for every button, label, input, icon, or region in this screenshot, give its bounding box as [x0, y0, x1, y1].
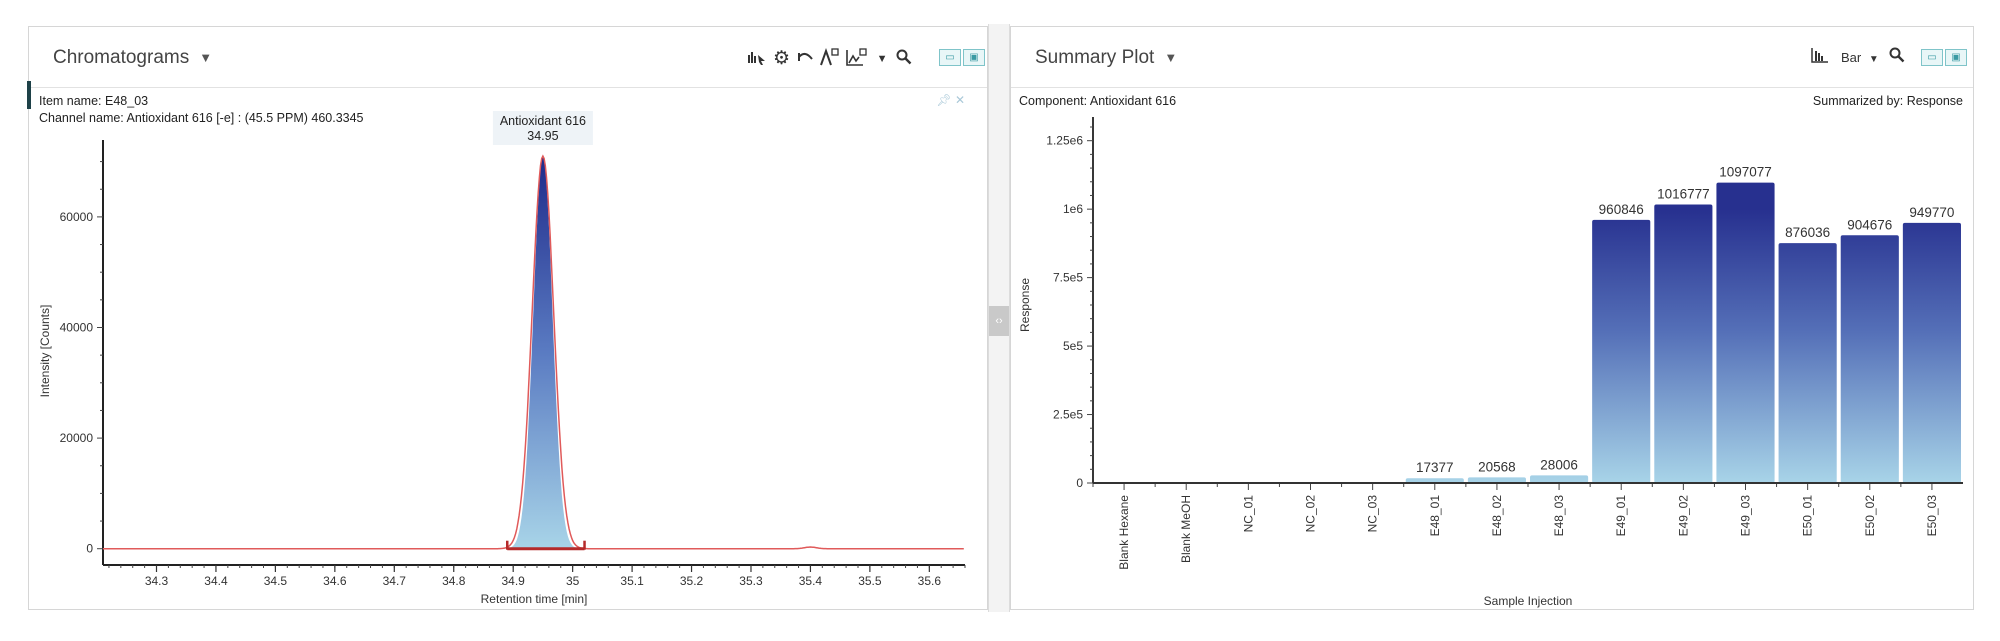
peak-label-name: Antioxidant 616	[500, 114, 586, 128]
x-tick-label: E50_01	[1801, 495, 1815, 537]
x-tick-label: 34.5	[264, 574, 288, 588]
summary-plot-panel: Summary Plot ▼ Bar ▼ ▭ ▣ Component: Antio…	[1010, 26, 1974, 610]
x-axis-title: Sample Injection	[1484, 594, 1573, 608]
y-tick-label: 7.5e5	[1053, 271, 1083, 285]
bar-data-label: 17377	[1416, 460, 1454, 475]
y-tick-label: 0	[1076, 476, 1083, 490]
y-tick-label: 40000	[60, 320, 94, 334]
x-tick-label: 35.5	[858, 574, 882, 588]
x-tick-label: 34.7	[383, 574, 407, 588]
chromatogram-plot: 0 20000 40000 60000 Intensity [Counts] 34.3 34…	[38, 111, 966, 606]
bar-data-label: 1097077	[1719, 165, 1772, 180]
summary-bar-chart: 0 2.5e5 5e5 7.5e5 1e6 1.25e6 Response Blank Hex…	[1018, 117, 1963, 608]
peak-label-rt: 34.95	[527, 129, 558, 143]
x-tick-label: NC_01	[1241, 495, 1255, 533]
y-tick-label: 5e5	[1063, 339, 1083, 353]
x-tick-label: 34.9	[502, 574, 526, 588]
x-tick-label: 35.3	[739, 574, 763, 588]
x-tick-label: E48_01	[1428, 495, 1442, 537]
x-tick-label: 34.3	[145, 574, 169, 588]
y-tick-label: 0	[86, 542, 93, 556]
bar-e50_02	[1840, 235, 1899, 483]
x-tick-label: NC_03	[1366, 495, 1380, 533]
x-tick-label: E49_03	[1739, 495, 1753, 537]
chromatograms-panel: Chromatograms ▼ ⚙ ▼ ▭ ▣ Item name: E48_0…	[27, 26, 988, 610]
x-tick-label: Blank MeOH	[1179, 495, 1193, 563]
x-tick-label: E48_03	[1552, 495, 1566, 537]
x-tick-label: E50_02	[1863, 495, 1877, 537]
x-tick-label: E49_01	[1614, 495, 1628, 537]
x-tick-label: Blank Hexane	[1117, 495, 1131, 570]
x-tick-label: 34.8	[442, 574, 466, 588]
panel-splitter[interactable]: ‹›	[988, 24, 1010, 612]
splitter-handle-icon[interactable]: ‹›	[989, 306, 1009, 336]
y-tick-label: 60000	[60, 210, 94, 224]
bar-e49_02	[1654, 204, 1713, 484]
bar-data-label: 876036	[1785, 225, 1830, 240]
y-tick-label: 1.25e6	[1046, 134, 1083, 148]
peak-area-fill	[507, 156, 585, 549]
y-axis-title: Intensity [Counts]	[38, 305, 52, 398]
x-tick-label: 35.4	[799, 574, 823, 588]
bar-data-label: 20568	[1478, 459, 1516, 474]
bar-e49_03	[1716, 182, 1775, 483]
x-tick-label: E48_02	[1490, 495, 1504, 537]
bar-data-label: 28006	[1540, 457, 1578, 472]
x-tick-label: 35.1	[620, 574, 644, 588]
y-tick-label: 20000	[60, 431, 94, 445]
y-tick-label: 2.5e5	[1053, 408, 1083, 422]
bar-data-label: 960846	[1599, 202, 1644, 217]
y-axis-title: Response	[1018, 278, 1032, 332]
x-tick-label: NC_02	[1304, 495, 1318, 533]
bar-data-label: 904676	[1847, 217, 1892, 232]
x-tick-label: 34.6	[323, 574, 347, 588]
bar-data-label: 949770	[1909, 205, 1954, 220]
x-tick-label: E49_02	[1676, 495, 1690, 537]
x-tick-label: 35.2	[680, 574, 704, 588]
bar-e50_01	[1778, 243, 1837, 483]
x-tick-label: E50_03	[1925, 495, 1939, 537]
bar-data-label: 1016777	[1657, 187, 1710, 202]
bar-e49_01	[1592, 219, 1651, 483]
x-axis-title: Retention time [min]	[481, 592, 588, 606]
x-tick-label: 35.6	[918, 574, 942, 588]
x-tick-label: 35	[566, 574, 580, 588]
x-tick-label: 34.4	[204, 574, 228, 588]
bar-e48_03	[1530, 475, 1589, 483]
bar-e50_03	[1902, 222, 1961, 484]
y-tick-label: 1e6	[1063, 202, 1083, 216]
